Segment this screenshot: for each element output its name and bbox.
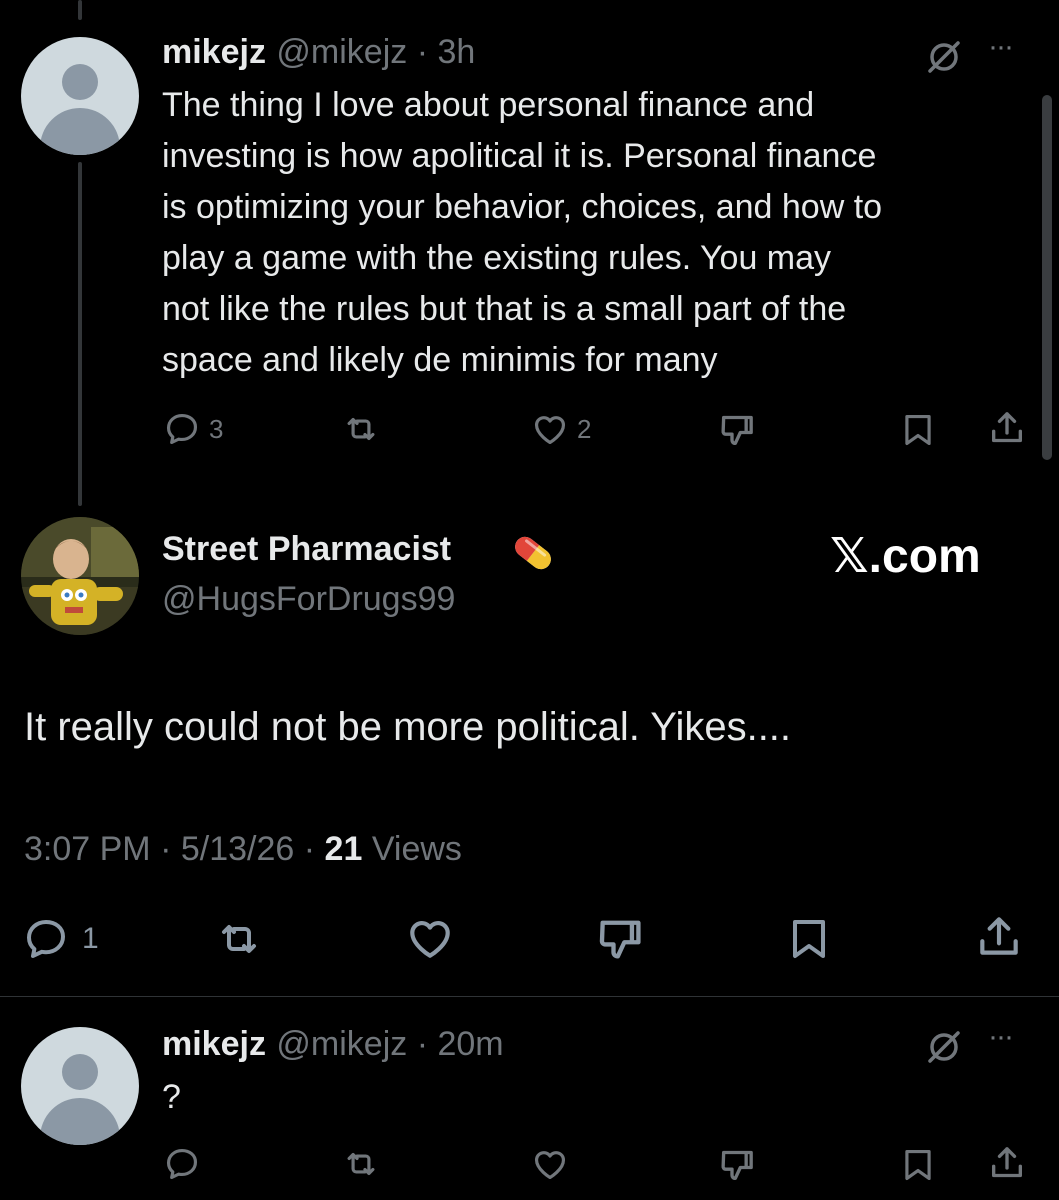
reply-icon — [166, 1148, 198, 1180]
share-icon — [992, 1147, 1022, 1178]
share-icon — [992, 412, 1022, 443]
display-name[interactable]: Street Pharmacist — [162, 530, 451, 568]
thread-line — [78, 162, 82, 506]
reply-button[interactable]: 3 — [163, 410, 223, 448]
like-count: 2 — [577, 413, 592, 444]
dislike-button[interactable] — [594, 913, 646, 965]
handle[interactable]: @HugsForDrugs99 — [162, 580, 455, 619]
avatar[interactable] — [21, 1027, 139, 1145]
views-count: 21 — [324, 830, 363, 868]
date[interactable]: 5/13/26 — [181, 830, 294, 868]
heart-icon — [410, 921, 450, 958]
more-icon[interactable]: ··· — [988, 1020, 1014, 1054]
retweet-icon — [347, 1152, 375, 1176]
retweet-icon — [347, 417, 375, 441]
like-button[interactable] — [404, 913, 456, 963]
avatar[interactable] — [21, 37, 139, 155]
reply-count: 3 — [209, 413, 224, 444]
bookmark-icon — [905, 1149, 931, 1181]
thread-line-top — [78, 0, 82, 20]
dislike-button[interactable] — [717, 410, 757, 450]
reply-button[interactable]: 1 — [22, 915, 99, 963]
bookmark-button[interactable] — [785, 913, 833, 965]
reply-icon — [166, 413, 198, 445]
share-icon — [980, 917, 1018, 955]
views-label[interactable]: Views — [372, 830, 462, 868]
bookmark-icon — [905, 414, 931, 446]
watermark: 𝕏.com — [830, 530, 981, 583]
heart-icon — [534, 1151, 566, 1180]
like-button[interactable]: 2 — [531, 410, 591, 448]
more-icon[interactable]: ··· — [988, 30, 1014, 64]
display-name[interactable]: mikejz — [162, 1025, 266, 1063]
tweet-text: It really could not be more political. Y… — [24, 705, 792, 749]
divider — [0, 996, 1059, 997]
retweet-icon — [222, 925, 256, 953]
handle-time[interactable]: @mikejz · 20m — [276, 1025, 503, 1063]
tweet-header: Street Pharmacist — [162, 530, 451, 569]
tweet-header: mikejz @mikejz · 20m — [162, 1025, 504, 1064]
retweet-button[interactable] — [341, 410, 381, 448]
scrollbar[interactable] — [1042, 95, 1052, 460]
pill-emoji — [515, 536, 551, 570]
tweet-header: mikejz @mikejz · 3h — [162, 33, 475, 72]
thumbs-down-icon — [721, 415, 753, 445]
reply-button[interactable] — [163, 1145, 201, 1183]
avatar[interactable] — [21, 517, 139, 635]
grok-icon[interactable] — [924, 1027, 964, 1067]
tweet-text: The thing I love about personal finance … — [162, 86, 883, 379]
reply-count: 1 — [82, 922, 99, 955]
tweet-meta: 3:07 PM · 5/13/26 · 21 Views — [24, 830, 462, 868]
timestamp[interactable]: 3:07 PM — [24, 830, 151, 868]
share-button[interactable] — [987, 408, 1027, 448]
handle-time[interactable]: @mikejz · 3h — [276, 33, 475, 71]
thumbs-down-icon — [721, 1150, 753, 1180]
share-button[interactable] — [987, 1143, 1027, 1183]
thumbs-down-icon — [599, 920, 641, 959]
retweet-button[interactable] — [213, 915, 265, 963]
bookmark-button[interactable] — [899, 410, 937, 450]
dislike-button[interactable] — [717, 1145, 757, 1185]
retweet-button[interactable] — [341, 1145, 381, 1183]
display-name[interactable]: mikejz — [162, 33, 266, 71]
like-button[interactable] — [531, 1145, 569, 1183]
grok-icon[interactable] — [924, 37, 964, 77]
bookmark-button[interactable] — [899, 1145, 937, 1185]
share-button[interactable] — [974, 911, 1024, 963]
heart-icon — [534, 416, 566, 445]
bookmark-icon — [793, 920, 825, 958]
reply-icon — [27, 920, 65, 958]
tweet-text: ? — [162, 1078, 181, 1116]
